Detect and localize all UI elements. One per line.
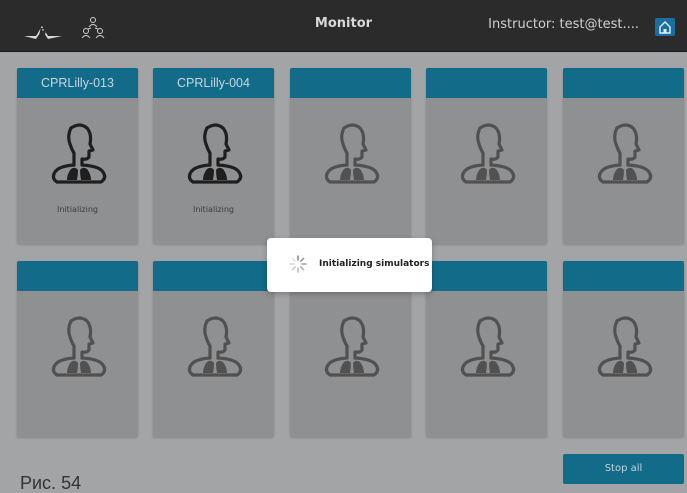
figure-caption: Рис. 54 <box>20 473 82 493</box>
torso-lungs-icon <box>51 123 107 184</box>
simulator-status: Initializing <box>57 205 98 214</box>
home-icon <box>659 21 671 34</box>
simulator-card-header <box>426 68 547 98</box>
simulator-card[interactable] <box>563 261 684 437</box>
simulator-card-header <box>17 261 138 291</box>
simulator-card[interactable] <box>290 68 411 244</box>
loading-message: Initializing simulators <box>319 259 430 269</box>
app-screen: 3B Monitor Instructor: test@test.... CPR… <box>0 0 687 493</box>
torso-lungs-icon <box>460 123 516 184</box>
simulator-card-header <box>290 68 411 98</box>
instructor-label[interactable]: Instructor: test@test.... <box>488 17 639 32</box>
top-bar: 3B Monitor Instructor: test@test.... <box>0 0 687 52</box>
simulator-card[interactable] <box>426 68 547 244</box>
torso-lungs-icon <box>324 316 380 377</box>
simulator-card-header <box>563 68 684 98</box>
simulator-card[interactable]: CPRLilly-004 Initializing <box>153 68 274 244</box>
torso-lungs-icon <box>460 316 516 377</box>
simulator-card[interactable] <box>426 261 547 437</box>
simulator-card-header <box>563 261 684 291</box>
torso-lungs-icon <box>597 316 653 377</box>
torso-lungs-icon <box>187 316 243 377</box>
home-button[interactable] <box>655 18 675 36</box>
simulator-card[interactable] <box>153 261 274 437</box>
loading-dialog: Initializing simulators <box>267 238 432 292</box>
simulator-card[interactable] <box>563 68 684 244</box>
simulator-card-header: CPRLilly-004 <box>153 68 274 98</box>
torso-lungs-icon <box>51 316 107 377</box>
simulator-card-header: CPRLilly-013 <box>17 68 138 98</box>
loading-spinner-icon <box>289 255 307 273</box>
simulator-status: Initializing <box>193 205 234 214</box>
simulator-card-header <box>153 261 274 291</box>
torso-lungs-icon <box>324 123 380 184</box>
torso-lungs-icon <box>187 123 243 184</box>
stop-all-button[interactable]: Stop all <box>563 454 684 484</box>
simulator-card[interactable] <box>17 261 138 437</box>
simulator-card-header <box>426 261 547 291</box>
simulator-card[interactable]: CPRLilly-013 Initializing <box>17 68 138 244</box>
torso-lungs-icon <box>597 123 653 184</box>
